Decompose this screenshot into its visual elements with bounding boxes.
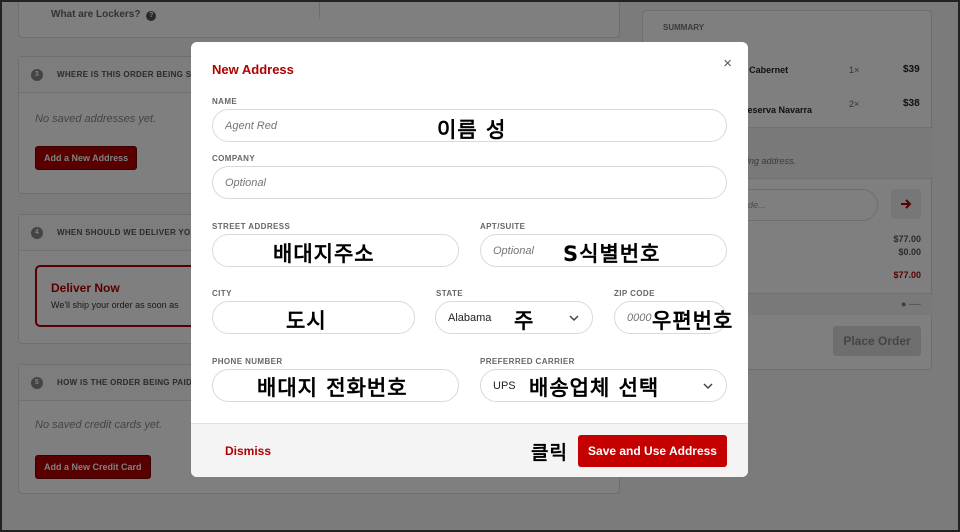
click-annotation: 클릭 <box>531 442 568 464</box>
state-annotation: 주 <box>514 309 535 333</box>
city-label: CITY <box>212 289 232 298</box>
new-address-modal: New Address × NAME 이름 성 COMPANY STREET A… <box>191 42 748 477</box>
carrier-annotation: 배송업체 선택 <box>529 376 660 400</box>
street-address-label: STREET ADDRESS <box>212 222 291 231</box>
zip-code-annotation: 우편번호 <box>652 309 734 333</box>
save-and-use-address-button[interactable]: Save and Use Address <box>578 435 727 467</box>
modal-footer: Dismiss 클릭 Save and Use Address <box>191 423 748 477</box>
name-label: NAME <box>212 97 238 106</box>
phone-number-annotation: 배대지 전화번호 <box>257 376 408 400</box>
state-value: Alabama <box>448 311 492 324</box>
carrier-value: UPS <box>493 379 516 392</box>
dismiss-button[interactable]: Dismiss <box>225 444 271 458</box>
modal-title: New Address <box>212 62 294 77</box>
chevron-down-icon <box>569 315 579 322</box>
phone-number-label: PHONE NUMBER <box>212 357 283 366</box>
carrier-label: PREFERRED CARRIER <box>480 357 575 366</box>
close-icon[interactable]: × <box>723 55 732 72</box>
state-label: STATE <box>436 289 464 298</box>
zip-code-label: ZIP CODE <box>614 289 655 298</box>
company-label: COMPANY <box>212 154 256 163</box>
street-address-annotation: 배대지주소 <box>273 242 375 266</box>
chevron-down-icon <box>703 383 713 390</box>
city-annotation: 도시 <box>286 309 327 333</box>
name-annotation: 이름 성 <box>437 118 507 142</box>
company-field[interactable] <box>212 166 727 199</box>
apt-suite-annotation: S식별번호 <box>563 242 661 266</box>
apt-suite-label: APT/SUITE <box>480 222 526 231</box>
